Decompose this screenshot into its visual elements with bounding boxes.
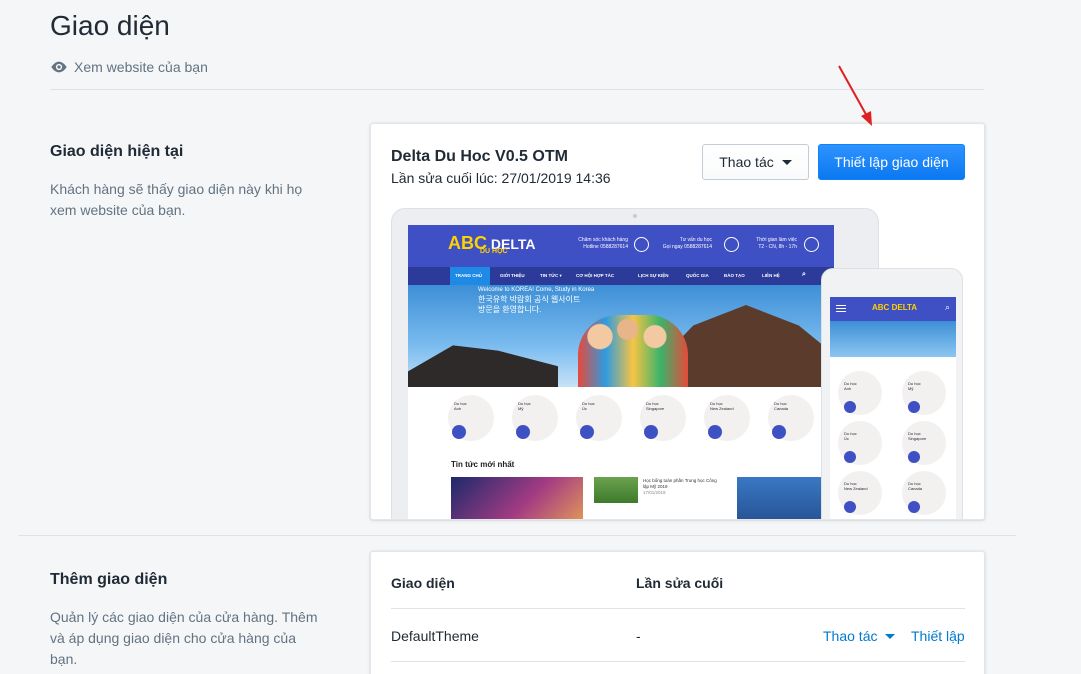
- preview-hero-welcome: Welcome to KOREA! Come, Study in Korea: [478, 287, 595, 293]
- theme-actions-dropdown[interactable]: Thao tác: [702, 144, 809, 180]
- divider: [18, 535, 1016, 536]
- news-image: [737, 477, 821, 519]
- desktop-preview-screen: ABC DELTA DU HỌC Chăm sóc khách hàng Hot…: [408, 225, 834, 519]
- palace-roof-left: [408, 345, 558, 387]
- preview-site-nav: TRANG CHỦ GIỚI THIỆU TIN TỨC ▾ CƠ HỘI HỢ…: [408, 267, 834, 285]
- mobile-preview-header: ABC DELTA ⌕: [830, 297, 956, 321]
- preview-nav-item: LỊCH SỰ KIỆN: [638, 273, 669, 278]
- current-theme-last-edited: Lần sửa cuối lúc: 27/01/2019 14:36: [391, 170, 611, 186]
- mobile-preview-hero: [830, 321, 956, 357]
- view-website-label: Xem website của bạn: [74, 59, 208, 75]
- mobile-preview: ABC DELTA ⌕ Du học Anh Du học Mỹ Du học …: [821, 268, 963, 519]
- themes-table-card: Giao diện Lần sửa cuối DefaultTheme - Th…: [370, 551, 985, 674]
- theme-row-name: DefaultTheme: [391, 628, 479, 644]
- country-card: Du học Anh: [448, 395, 494, 441]
- preview-logo: ABC DELTA DU HỌC: [448, 233, 536, 255]
- country-card: Du học Singapore: [640, 395, 686, 441]
- country-card: Du học Úc: [576, 395, 622, 441]
- theme-row-actions-dropdown[interactable]: Thao tác: [823, 628, 896, 644]
- view-website-link[interactable]: Xem website của bạn: [50, 58, 208, 76]
- current-theme-name: Delta Du Hoc V0.5 OTM: [391, 148, 568, 165]
- hamburger-icon: [836, 305, 846, 312]
- page-title: Giao diện: [50, 10, 170, 41]
- country-card: Du học Singapore: [902, 421, 946, 465]
- search-icon: ⌕: [802, 271, 806, 278]
- preview-site-header: ABC DELTA DU HỌC Chăm sóc khách hàng Hot…: [408, 225, 834, 267]
- country-card: Du học Canada: [768, 395, 814, 441]
- caret-down-icon: [781, 159, 792, 165]
- row-divider: [391, 608, 965, 609]
- mobile-preview-screen: ABC DELTA ⌕ Du học Anh Du học Mỹ Du học …: [830, 297, 956, 519]
- column-header-theme: Giao diện: [391, 575, 455, 591]
- preview-country-row: Du học Anh Du học Mỹ Du học Úc Du học Si…: [448, 395, 828, 445]
- eye-icon: [51, 61, 67, 73]
- country-card: Du học Mỹ: [512, 395, 558, 441]
- current-theme-card: Delta Du Hoc V0.5 OTM Lần sửa cuối lúc: …: [370, 123, 985, 520]
- country-card: Du học Anh: [838, 371, 882, 415]
- theme-row-actions-label: Thao tác: [823, 628, 878, 644]
- annotation-arrow-icon: [838, 65, 872, 126]
- country-card: Du học Canada: [902, 471, 946, 515]
- country-card: Du học Mỹ: [902, 371, 946, 415]
- preview-news-heading: Tin tức mới nhất: [451, 460, 515, 469]
- preview-header-hotline: Chăm sóc khách hàng Hotline 0588287614: [578, 237, 628, 250]
- clock-icon: [804, 237, 819, 252]
- preview-nav-item: CƠ HỘI HỢP TÁC: [576, 273, 615, 278]
- news-image: [451, 477, 583, 519]
- add-theme-description: Quản lý các giao diện của cửa hàng. Thêm…: [50, 609, 318, 667]
- add-theme-heading: Thêm giao diện: [50, 571, 168, 588]
- students-group: [578, 315, 688, 387]
- caret-down-icon: [885, 633, 896, 639]
- theme-actions-label: Thao tác: [719, 154, 774, 170]
- preview-nav-item: QUỐC GIA: [686, 273, 709, 278]
- preview-nav-item: LIÊN HỆ: [762, 273, 780, 278]
- preview-nav-item: TRANG CHỦ: [455, 273, 482, 278]
- preview-news-item: Học bổng toàn phần Trung học Công lập Mỹ…: [643, 478, 717, 495]
- country-card: Du học New Zealand: [838, 471, 882, 515]
- theme-row-setup-link[interactable]: Thiết lập: [911, 628, 965, 644]
- preview-header-hours: Thời gian làm việc T2 - CN, 8h - 17h: [756, 237, 797, 250]
- column-header-last-edited: Lần sửa cuối: [636, 575, 724, 591]
- search-icon: ⌕: [944, 302, 950, 312]
- country-card: Du học New Zealand: [704, 395, 750, 441]
- current-theme-heading: Giao diện hiện tại: [50, 143, 184, 160]
- preview-header-consult: Tư vấn du học Gọi ngay 0588287614: [662, 237, 712, 250]
- camera-dot: [633, 214, 637, 218]
- preview-nav-item: GIỚI THIỆU: [500, 273, 525, 278]
- setup-theme-button[interactable]: Thiết lập giao diện: [818, 144, 965, 180]
- theme-row-last-edited: -: [636, 628, 641, 644]
- preview-hero-banner: Welcome to KOREA! Come, Study in Korea 한…: [408, 285, 834, 387]
- row-divider: [391, 661, 965, 662]
- mobile-preview-logo: ABC DELTA: [872, 303, 918, 312]
- preview-nav-item: TIN TỨC ▾: [540, 273, 562, 278]
- current-theme-description: Khách hàng sẽ thấy giao diện này khi họ …: [50, 181, 303, 218]
- preview-nav-item: ĐÀO TẠO: [724, 273, 745, 278]
- country-card: Du học Úc: [838, 421, 882, 465]
- news-thumbnail: [594, 477, 638, 503]
- desktop-preview: ABC DELTA DU HỌC Chăm sóc khách hàng Hot…: [391, 208, 879, 519]
- preview-hero-korean: 한국유학 박람회 공식 웹사이트 방문을 환영합니다.: [478, 295, 581, 314]
